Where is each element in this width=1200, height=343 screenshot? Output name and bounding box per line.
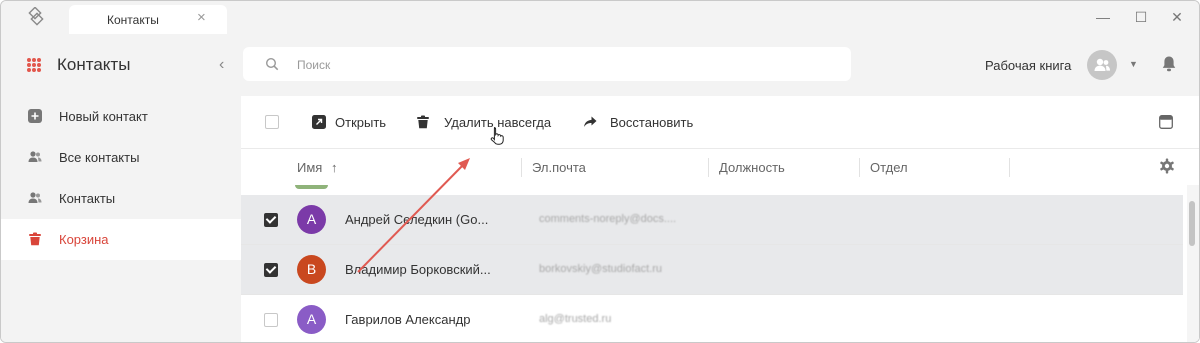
title-bar: Контакты × — ☐ ✕	[1, 1, 1199, 34]
contact-avatar: А	[297, 305, 326, 334]
minimize-button[interactable]: —	[1095, 9, 1111, 25]
sidebar-item-trash[interactable]: Корзина	[1, 219, 241, 260]
users-icon	[28, 192, 42, 203]
row-checkbox[interactable]	[264, 213, 278, 227]
column-header-position[interactable]: Должность	[719, 160, 785, 175]
contact-email: borkovskiy@studiofact.ru	[539, 263, 663, 275]
top-bar: Рабочая книга ▼	[241, 34, 1199, 96]
apps-grid-icon[interactable]	[27, 58, 41, 72]
sidebar-item-label: Контакты	[59, 191, 116, 206]
maximize-button[interactable]: ☐	[1133, 9, 1149, 25]
main-panel: Рабочая книга ▼	[241, 34, 1199, 342]
content-area: Контакты ‹ Новый контакт Все контакты Ко…	[1, 34, 1199, 342]
column-divider[interactable]	[708, 158, 709, 177]
gear-icon[interactable]	[1159, 158, 1175, 174]
app-window: Контакты × — ☐ ✕ Контакты ‹ Новый контак…	[0, 0, 1200, 343]
table-row[interactable]: В Владимир Борковский... borkovskiy@stud…	[241, 245, 1183, 295]
partial-avatar	[295, 185, 328, 189]
row-checkbox[interactable]	[264, 313, 278, 327]
open-button[interactable]: Открыть	[312, 114, 392, 132]
sidebar-item-label: Корзина	[59, 232, 109, 247]
contact-name: Гаврилов Александр	[345, 312, 471, 327]
trash-icon	[29, 232, 41, 246]
user-group-icon	[1094, 58, 1110, 71]
collapse-sidebar-icon[interactable]: ‹	[219, 56, 224, 74]
contact-name: Владимир Борковский...	[345, 262, 491, 277]
app-logo-icon	[28, 7, 44, 26]
search-icon	[265, 57, 279, 71]
delete-forever-button[interactable]: Удалить навсегда	[416, 114, 556, 132]
user-avatar[interactable]	[1087, 50, 1117, 80]
plus-square-icon	[28, 109, 42, 123]
workbook-selector[interactable]: Рабочая книга	[985, 58, 1071, 73]
column-divider[interactable]	[521, 158, 522, 177]
open-label: Открыть	[335, 115, 387, 130]
tab-contacts[interactable]: Контакты ×	[69, 5, 227, 34]
users-icon	[28, 151, 42, 162]
trash-icon	[417, 115, 429, 129]
sidebar-item-label: Новый контакт	[59, 109, 148, 124]
sidebar: Контакты ‹ Новый контакт Все контакты Ко…	[1, 34, 241, 342]
table-header: Имя ↑ Эл.почта Должность Отдел	[241, 148, 1199, 186]
sidebar-item-contacts[interactable]: Контакты	[1, 178, 241, 219]
contact-email: alg@trusted.ru	[539, 313, 612, 325]
search-box	[243, 47, 851, 81]
close-window-button[interactable]: ✕	[1169, 9, 1185, 25]
contact-avatar: В	[297, 255, 326, 284]
column-header-email[interactable]: Эл.почта	[532, 160, 586, 175]
sidebar-item-label: Все контакты	[59, 150, 140, 165]
toolbar: Открыть Удалить навсегда Восстановить	[241, 96, 1199, 148]
chevron-down-icon[interactable]: ▼	[1129, 59, 1138, 69]
tab-label: Контакты	[107, 13, 159, 27]
column-header-name[interactable]: Имя	[297, 160, 322, 175]
column-divider[interactable]	[1009, 158, 1010, 177]
table-row[interactable]: А Гаврилов Александр alg@trusted.ru	[241, 295, 1183, 342]
contact-avatar: А	[297, 205, 326, 234]
column-divider[interactable]	[859, 158, 860, 177]
column-header-department[interactable]: Отдел	[870, 160, 908, 175]
restore-label: Восстановить	[610, 115, 694, 130]
open-external-icon	[312, 115, 326, 129]
select-all-checkbox[interactable]	[265, 115, 279, 129]
sidebar-title: Контакты	[57, 55, 131, 74]
layout-panel-icon[interactable]	[1159, 115, 1173, 129]
restore-button[interactable]: Восстановить	[583, 114, 703, 132]
share-arrow-icon	[584, 116, 597, 127]
sidebar-header: Контакты ‹	[1, 34, 241, 96]
sort-ascending-icon[interactable]: ↑	[331, 160, 338, 175]
scrollbar-thumb[interactable]	[1189, 201, 1195, 246]
delete-forever-label: Удалить навсегда	[444, 115, 552, 130]
bell-icon[interactable]	[1161, 55, 1177, 73]
table-row[interactable]: А Андрей Селедкин (Go... comments-norepl…	[241, 195, 1183, 245]
contact-name: Андрей Селедкин (Go...	[345, 212, 489, 227]
tab-close-icon[interactable]: ×	[197, 10, 206, 26]
sidebar-item-new-contact[interactable]: Новый контакт	[1, 96, 241, 137]
search-input[interactable]	[295, 53, 839, 77]
contact-email: comments-noreply@docs....	[539, 213, 677, 225]
row-checkbox[interactable]	[264, 263, 278, 277]
sidebar-item-all-contacts[interactable]: Все контакты	[1, 137, 241, 178]
